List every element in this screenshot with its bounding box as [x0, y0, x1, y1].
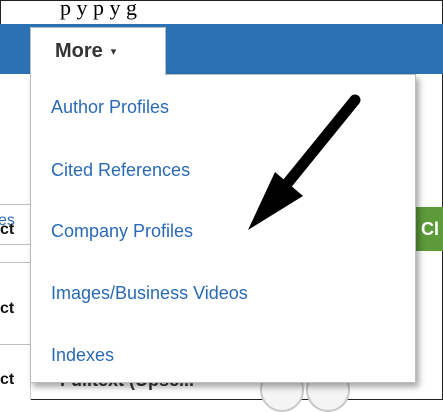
arrow-icon: [248, 94, 361, 230]
